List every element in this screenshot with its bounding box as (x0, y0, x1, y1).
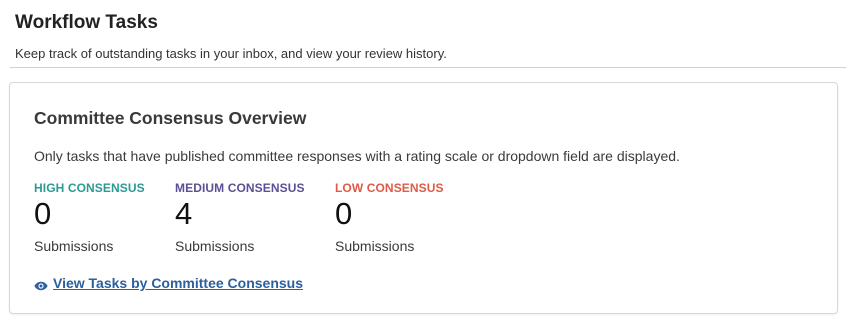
workflow-tasks-page: Workflow Tasks Keep track of outstanding… (0, 0, 846, 317)
header-divider (10, 67, 846, 68)
committee-consensus-card: Committee Consensus Overview Only tasks … (9, 82, 838, 314)
view-tasks-by-consensus-link[interactable]: View Tasks by Committee Consensus (34, 274, 303, 292)
page-title: Workflow Tasks (15, 12, 158, 33)
low-consensus-unit: Submissions (335, 238, 415, 254)
low-consensus-stat: LOW CONSENSUS 0 Submissions (335, 181, 444, 255)
medium-consensus-unit: Submissions (175, 238, 255, 254)
page-subtitle: Keep track of outstanding tasks in your … (15, 46, 447, 61)
low-consensus-value: 0 (335, 196, 353, 231)
medium-consensus-label: MEDIUM CONSENSUS (175, 181, 305, 195)
high-consensus-unit: Submissions (34, 238, 114, 254)
card-description: Only tasks that have published committee… (34, 148, 680, 164)
high-consensus-value: 0 (34, 196, 52, 231)
low-consensus-label: LOW CONSENSUS (335, 181, 444, 195)
medium-consensus-stat: MEDIUM CONSENSUS 4 Submissions (175, 181, 305, 255)
high-consensus-stat: HIGH CONSENSUS 0 Submissions (34, 181, 145, 255)
eye-icon (34, 278, 48, 291)
page-header: Workflow Tasks Keep track of outstanding… (0, 0, 846, 61)
card-title: Committee Consensus Overview (34, 108, 307, 128)
view-tasks-link-label[interactable]: View Tasks by Committee Consensus (53, 274, 303, 292)
high-consensus-label: HIGH CONSENSUS (34, 181, 145, 195)
medium-consensus-value: 4 (175, 196, 193, 231)
